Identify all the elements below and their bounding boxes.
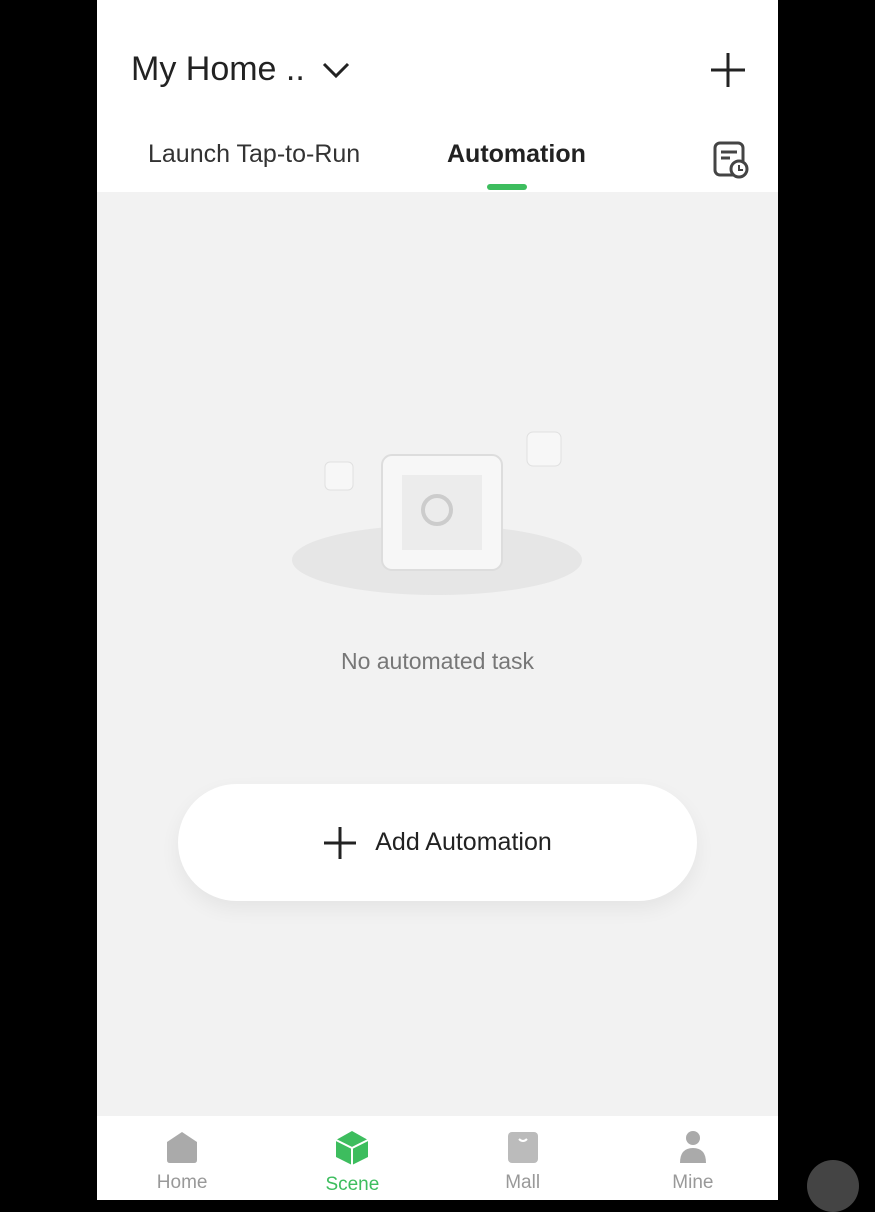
- mine-icon: [679, 1131, 706, 1163]
- log-clock-icon[interactable]: [712, 140, 750, 180]
- nav-scene[interactable]: Scene: [267, 1116, 437, 1200]
- app: My Home .. Launch Tap-to-Run Automation …: [97, 0, 778, 1200]
- tab-automation[interactable]: Automation: [447, 140, 586, 169]
- nav-label: Scene: [325, 1174, 380, 1195]
- scene-icon: [335, 1131, 369, 1165]
- nav-mine[interactable]: Mine: [608, 1116, 778, 1200]
- home-icon: [167, 1132, 198, 1163]
- header: My Home .. Launch Tap-to-Run Automation: [97, 0, 778, 192]
- empty-illustration: [292, 431, 582, 595]
- floating-collapse-button[interactable]: [807, 1160, 859, 1212]
- empty-message: No automated task: [340, 648, 535, 674]
- add-icon[interactable]: [708, 50, 748, 90]
- add-automation-button[interactable]: Add Automation: [178, 784, 697, 901]
- nav-home[interactable]: Home: [97, 1116, 267, 1200]
- nav-mall[interactable]: Mall: [438, 1116, 608, 1200]
- add-automation-label: Add Automation: [375, 828, 552, 856]
- nav-label: Home: [156, 1172, 208, 1193]
- tab-launch-tap-to-run[interactable]: Launch Tap-to-Run: [148, 140, 360, 169]
- active-tab-indicator: [487, 184, 527, 190]
- nav-label: Mall: [505, 1172, 541, 1193]
- mall-icon: [507, 1132, 538, 1163]
- home-name: My Home ..: [131, 50, 305, 88]
- home-selector[interactable]: My Home ..: [131, 50, 351, 89]
- plus-icon: [324, 826, 357, 859]
- nav-label: Mine: [672, 1172, 714, 1193]
- chevron-down-icon: [322, 62, 349, 78]
- bottom-nav: Home Scene Mall Mine: [97, 1116, 778, 1200]
